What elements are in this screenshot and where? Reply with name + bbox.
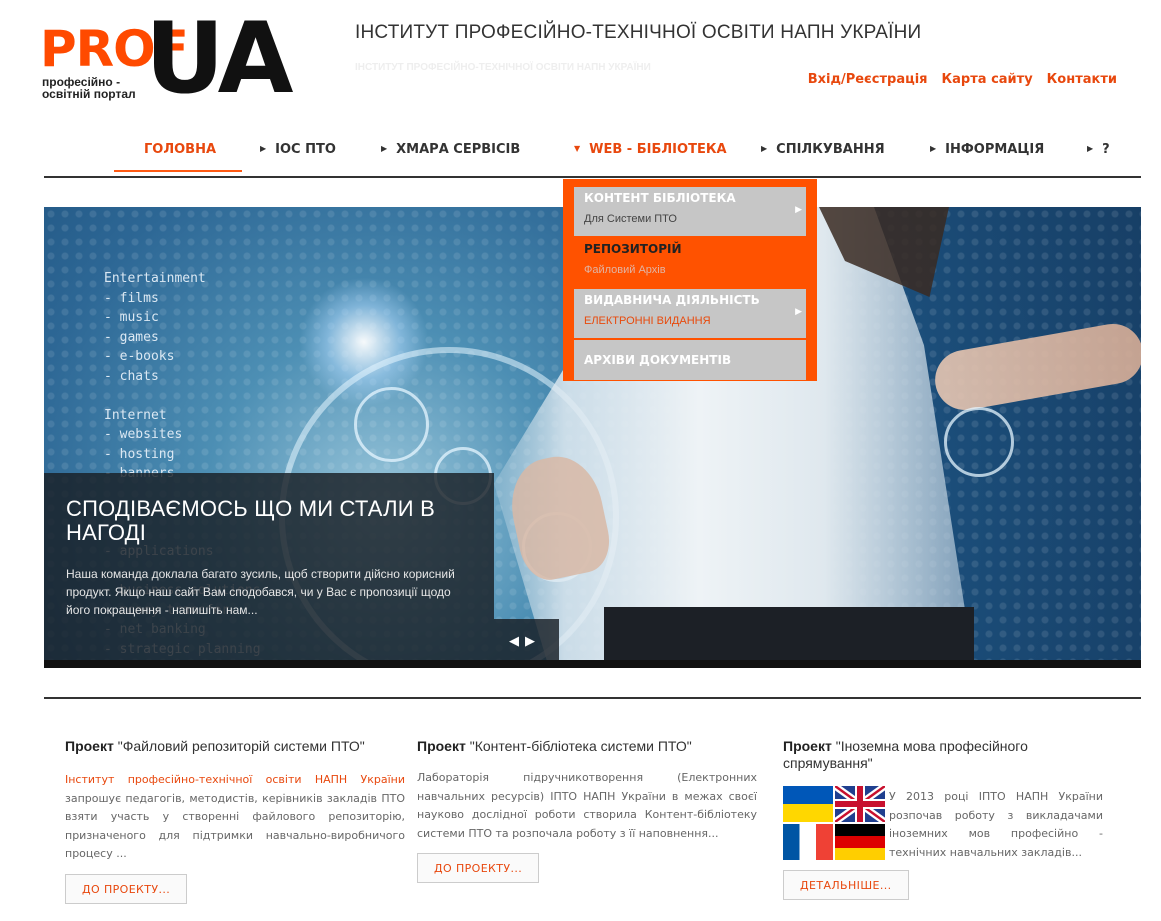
dropdown-item-document-archives[interactable]: АРХІВИ ДОКУМЕНТІВ <box>574 340 806 380</box>
dropdown-item-title: КОНТЕНТ БІБЛІОТЕКА <box>584 191 736 205</box>
login-register-link[interactable]: Вхід/Реєстрація <box>808 72 928 87</box>
nav-item-label: WEB - БІБЛІОТЕКА <box>589 142 727 157</box>
project-foreign-language: Проект "Іноземна мова професійного спрям… <box>783 738 1103 900</box>
to-project-button[interactable]: ДО ПРОЕКТУ... <box>417 853 540 883</box>
project-name: "Файловий репозиторій системи ПТО" <box>117 738 365 754</box>
dropdown-item-subtitle: Для Системи ПТО <box>584 213 677 225</box>
uk-flag-icon <box>832 783 888 825</box>
project-label: Проект <box>783 738 832 754</box>
logo-ua-text: UA <box>145 2 293 116</box>
nav-item-label: ІОС ПТО <box>275 142 336 157</box>
germany-flag-icon <box>835 824 885 860</box>
triangle-right-icon: ▶ <box>930 144 937 153</box>
submenu-arrow-icon: ▶ <box>795 204 802 214</box>
next-arrow-icon[interactable]: ▶ <box>525 633 541 648</box>
nav-item-label: ХМАРА СЕРВІСІВ <box>396 142 521 157</box>
triangle-right-icon: ▶ <box>761 144 768 153</box>
project-description: Лабораторія підручникотворення (Електрон… <box>417 769 757 843</box>
language-flags-image <box>783 783 888 864</box>
project-text: У 2013 році ІПТО НАПН України розпочав р… <box>889 790 1103 859</box>
logo-subtitle-line2: освітній портал <box>42 87 136 101</box>
slide-caption-title: СПОДІВАЄМОСЬ ЩО МИ СТАЛИ В НАГОДІ <box>66 496 436 545</box>
dark-skirt-shape <box>604 607 974 668</box>
project-title: Проект "Контент-бібліотека системи ПТО" <box>417 738 757 755</box>
nav-item-label: ? <box>1102 142 1110 157</box>
decor-ring <box>354 387 429 462</box>
project-content-library: Проект "Контент-бібліотека системи ПТО" … <box>417 738 757 883</box>
contacts-link[interactable]: Контакти <box>1047 72 1117 87</box>
web-library-dropdown: КОНТЕНТ БІБЛІОТЕКА Для Системи ПТО ▶ РЕП… <box>563 179 817 381</box>
dropdown-item-content-library[interactable]: КОНТЕНТ БІБЛІОТЕКА Для Системи ПТО ▶ <box>574 187 806 236</box>
dropdown-item-subtitle: ЕЛЕКТРОННІ ВИДАННЯ <box>584 315 711 327</box>
nav-item-help[interactable]: ▶? <box>1087 142 1110 157</box>
details-button[interactable]: ДЕТАЛЬНІШЕ... <box>783 870 909 900</box>
nav-item-home[interactable]: ГОЛОВНА <box>113 142 243 172</box>
triangle-right-icon: ▶ <box>381 144 388 153</box>
project-text: Лабораторія підручникотворення (Електрон… <box>417 771 757 840</box>
top-links: Вхід/Реєстрація Карта сайту Контакти <box>808 72 1117 87</box>
nav-item-ios-pto[interactable]: ▶ ІОС ПТО <box>260 142 336 157</box>
submenu-arrow-icon: ▶ <box>795 306 802 316</box>
nav-item-communication[interactable]: ▶ СПІЛКУВАННЯ <box>761 142 885 157</box>
project-description: Інститут професійно-технічної освіти НАП… <box>65 771 405 864</box>
triangle-right-icon: ▶ <box>260 144 267 153</box>
slide-caption: СПОДІВАЄМОСЬ ЩО МИ СТАЛИ В НАГОДІ Наша к… <box>44 473 494 668</box>
slide-caption-text: Наша команда доклала багато зусиль, щоб … <box>66 567 455 617</box>
project-title: Проект "Файловий репозиторій системи ПТО… <box>65 738 405 755</box>
to-project-button[interactable]: ДО ПРОЕКТУ... <box>65 873 188 904</box>
slider-bottom-bar <box>44 660 1141 668</box>
dropdown-item-repository[interactable]: РЕПОЗИТОРІЙ Файловий Архів <box>574 238 806 287</box>
project-title: Проект "Іноземна мова професійного спрям… <box>783 738 1103 772</box>
triangle-down-icon: ▼ <box>574 144 581 153</box>
sitemap-link[interactable]: Карта сайту <box>942 72 1033 87</box>
logo-subtitle: професійно - освітній портал <box>42 76 152 100</box>
dropdown-item-title: ВИДАВНИЧА ДІЯЛЬНІСТЬ <box>584 293 760 307</box>
project-file-repository: Проект "Файловий репозиторій системи ПТО… <box>65 738 405 904</box>
dropdown-item-title: РЕПОЗИТОРІЙ <box>584 242 682 256</box>
project-label: Проект <box>417 738 466 754</box>
project-label: Проект <box>65 738 114 754</box>
nav-item-web-library[interactable]: ▼ WEB - БІБЛІОТЕКА <box>574 142 727 157</box>
nav-item-label: ІНФОРМАЦІЯ <box>945 142 1045 157</box>
project-text: запрошує педагогів, методистів, керівник… <box>65 791 405 861</box>
main-nav: ГОЛОВНА ▶ ІОС ПТО ▶ ХМАРА СЕРВІСІВ ▼ WEB - … <box>44 130 1141 178</box>
site-title-ghost: ІНСТИТУТ ПРОФЕСІЙНО-ТЕХНІЧНОЇ ОСВІТИ НАП… <box>355 62 651 73</box>
nav-item-label: СПІЛКУВАННЯ <box>776 142 885 157</box>
site-logo[interactable]: PROF UA професійно - освітній портал <box>40 10 310 110</box>
arm-shape <box>930 319 1141 415</box>
project-name: "Контент-бібліотека системи ПТО" <box>469 738 692 754</box>
triangle-right-icon: ▶ <box>1087 144 1094 153</box>
nav-item-label: ГОЛОВНА <box>144 142 217 157</box>
site-title: ІНСТИТУТ ПРОФЕСІЙНО-ТЕХНІЧНОЇ ОСВІТИ НАП… <box>355 22 922 43</box>
dropdown-item-title: АРХІВИ ДОКУМЕНТІВ <box>584 353 732 367</box>
nav-item-information[interactable]: ▶ ІНФОРМАЦІЯ <box>930 142 1044 157</box>
project-highlight-link[interactable]: Інститут професійно-технічної освіти НАП… <box>65 773 405 786</box>
dropdown-item-subtitle: Файловий Архів <box>584 264 666 276</box>
ukraine-flag-icon <box>783 786 833 822</box>
decor-ring <box>944 407 1014 477</box>
france-flag-icon <box>783 824 833 860</box>
section-divider <box>44 697 1141 699</box>
prev-arrow-icon[interactable]: ◀ <box>509 633 525 648</box>
dropdown-item-publishing[interactable]: ВИДАВНИЧА ДІЯЛЬНІСТЬ ЕЛЕКТРОННІ ВИДАННЯ … <box>574 289 806 338</box>
nav-item-cloud-services[interactable]: ▶ ХМАРА СЕРВІСІВ <box>381 142 520 157</box>
